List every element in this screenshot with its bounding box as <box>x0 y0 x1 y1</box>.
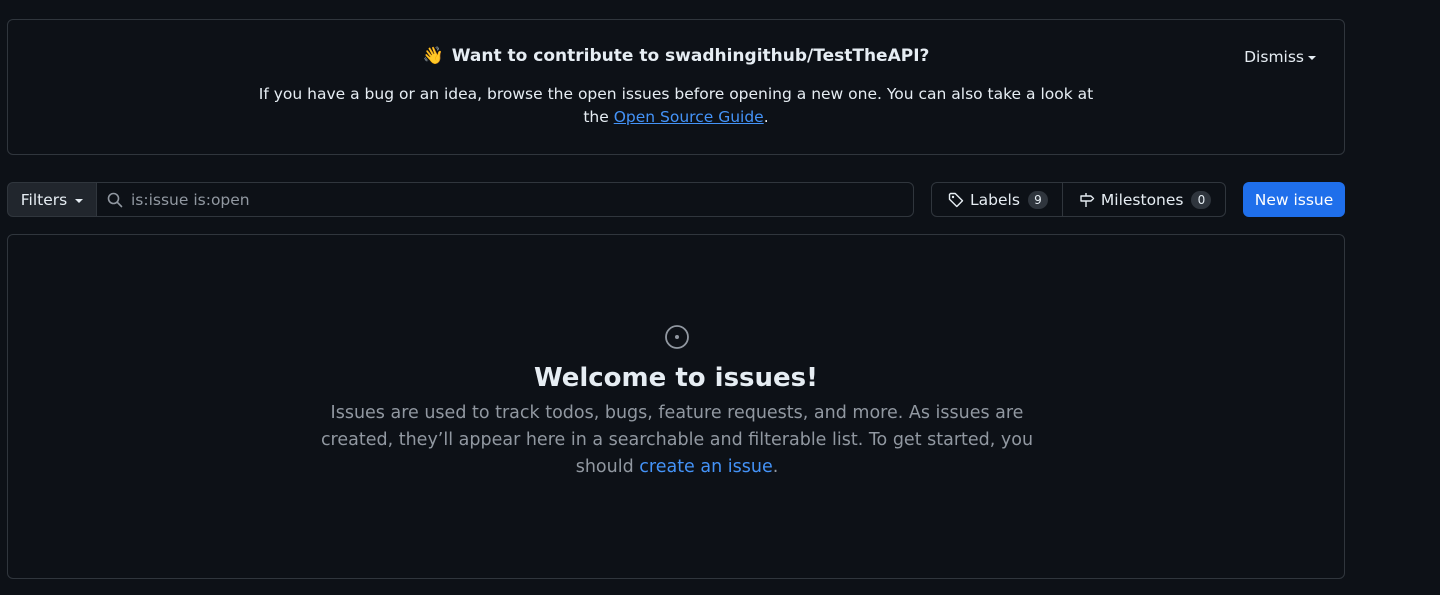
banner-text-after: . <box>763 108 769 126</box>
milestones-button[interactable]: Milestones 0 <box>1061 183 1226 216</box>
caret-down-icon <box>1308 56 1316 60</box>
contribute-banner: 👋 Want to contribute to swadhingithub/Tes… <box>7 19 1345 155</box>
banner-title: 👋 Want to contribute to swadhingithub/Tes… <box>8 46 1344 66</box>
waving-hand-icon: 👋 <box>422 46 444 66</box>
new-issue-button[interactable]: New issue <box>1243 182 1345 217</box>
blankslate-title: Welcome to issues! <box>533 363 819 393</box>
milestones-count: 0 <box>1191 190 1212 209</box>
banner-description: If you have a bug or an idea, browse the… <box>244 83 1108 129</box>
banner-title-text: Want to contribute to swadhingithub/Test… <box>451 46 930 66</box>
labels-count: 9 <box>1027 190 1048 209</box>
search-input[interactable] <box>131 190 891 209</box>
issues-blankslate: Welcome to issues! Issues are used to tr… <box>7 234 1345 579</box>
caret-down-icon <box>75 198 84 203</box>
filters-button[interactable]: Filters <box>7 182 97 217</box>
open-source-guide-link[interactable]: Open Source Guide <box>614 108 764 126</box>
labels-label: Labels <box>970 190 1020 209</box>
search-icon <box>107 192 123 207</box>
issue-search <box>96 182 914 217</box>
dismiss-button[interactable]: Dismiss <box>1244 48 1316 66</box>
create-issue-link[interactable]: create an issue <box>639 457 772 477</box>
labels-milestones-group: Labels 9 Milestones 0 <box>931 182 1226 217</box>
blankslate-description: Issues are used to track todos, bugs, fe… <box>306 400 1048 481</box>
filters-label: Filters <box>20 190 68 209</box>
milestones-label: Milestones <box>1100 190 1184 209</box>
tag-icon <box>948 192 964 207</box>
dismiss-label: Dismiss <box>1244 48 1304 66</box>
issue-opened-icon <box>665 325 689 349</box>
labels-button[interactable]: Labels 9 <box>932 183 1062 216</box>
milestone-icon <box>1080 192 1095 207</box>
blankslate-text-after: . <box>772 457 779 477</box>
